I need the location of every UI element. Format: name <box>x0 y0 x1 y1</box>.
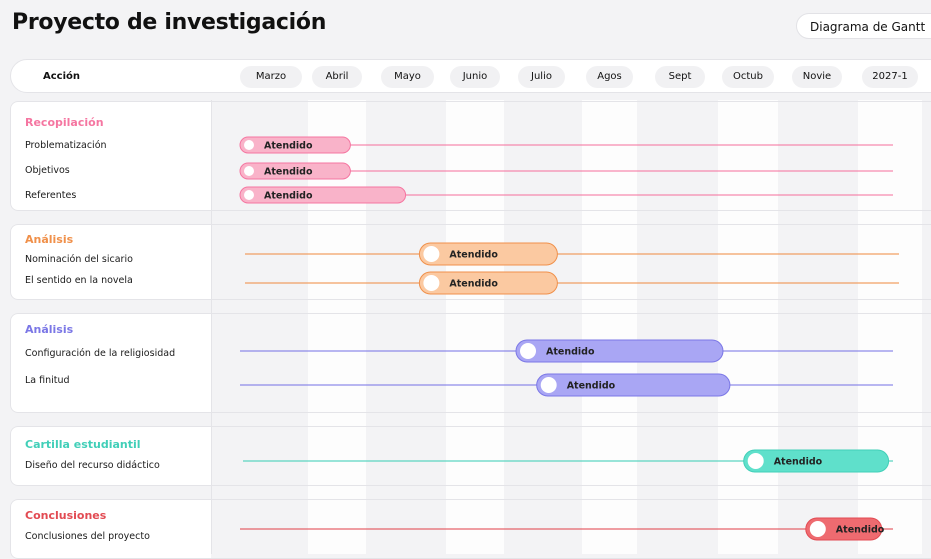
task-status-label: Atendido <box>836 525 885 536</box>
status-dot-icon <box>540 377 557 393</box>
status-dot-icon <box>520 343 536 359</box>
gantt-chart: Atendido Atendido Atendido Atendido Atendido… <box>239 136 899 541</box>
task-status-label: Atendido <box>449 250 498 261</box>
status-dot-icon <box>244 140 254 150</box>
task-status-label: Atendido <box>264 167 313 178</box>
status-dot-icon <box>244 190 254 200</box>
task-status-label: Atendido <box>546 347 595 358</box>
task-status-label: Atendido <box>567 381 616 392</box>
task-status-label: Atendido <box>449 279 498 290</box>
task-bar[interactable] <box>536 373 731 397</box>
status-dot-icon <box>423 246 440 262</box>
task-status-label: Atendido <box>774 457 823 468</box>
task-status-label: Atendido <box>264 141 313 152</box>
status-dot-icon <box>244 166 254 176</box>
status-dot-icon <box>809 521 826 537</box>
status-dot-icon <box>747 453 764 469</box>
task-status-label: Atendido <box>264 191 313 202</box>
status-dot-icon <box>423 275 440 291</box>
